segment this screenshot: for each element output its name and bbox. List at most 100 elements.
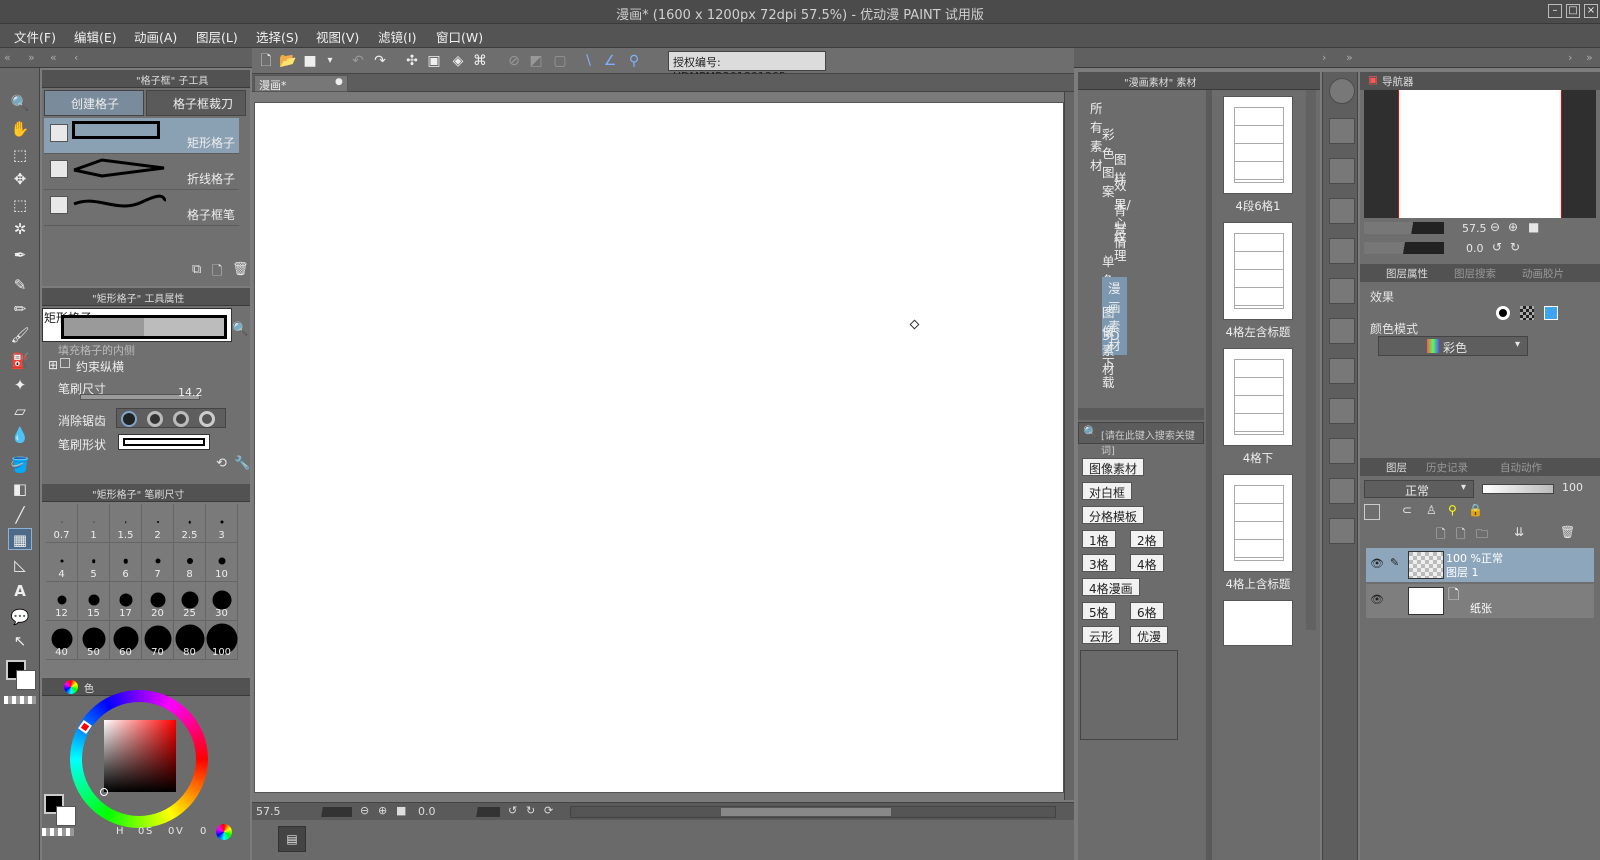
open-file-icon[interactable]: 📂 [278, 51, 298, 71]
material-panel-icon[interactable] [1329, 518, 1355, 544]
menu-edit[interactable]: 编辑(E) [74, 27, 117, 46]
selection-tool-icon[interactable]: ⬚ [8, 194, 32, 216]
brush-size-cell[interactable]: 60 [110, 621, 142, 660]
gradient-tool-icon[interactable]: ◧ [8, 478, 32, 500]
maximize-button[interactable]: □ [1566, 4, 1580, 18]
brush-size-cell[interactable]: 25 [174, 582, 206, 621]
material-tag[interactable]: 分格模板 [1082, 506, 1145, 524]
frame-tool-icon[interactable]: ▦ [8, 528, 32, 550]
layer-row[interactable]: 👁 🗋 纸张 [1366, 584, 1594, 618]
brush-size-cell[interactable]: 15 [78, 582, 110, 621]
blend-mode-select[interactable]: 正常 ▾ [1364, 480, 1474, 498]
zoom-value[interactable]: 57.5 [256, 805, 281, 818]
zoom-in-icon[interactable]: ⊕ [378, 804, 387, 817]
sub-color-small[interactable] [56, 806, 76, 826]
new-vector-layer-icon[interactable]: 🗋 [1456, 525, 1466, 546]
navigator-zoom-slider[interactable] [1364, 222, 1444, 234]
menu-window[interactable]: 窗口(W) [436, 27, 483, 46]
material-panel-icon[interactable] [1329, 118, 1355, 144]
tree-item[interactable]: 所有素材 [1090, 98, 1103, 174]
duplicate-subtool-icon[interactable]: ⧉ [192, 262, 201, 277]
blend-tool-icon[interactable]: 💧 [8, 424, 32, 446]
menu-file[interactable]: 文件(F) [14, 27, 56, 46]
zoom-tool-icon[interactable]: 🔍 [8, 92, 32, 114]
correct-line-tool-icon[interactable]: ↖ [8, 630, 32, 652]
material-tag[interactable]: 云形 [1082, 626, 1121, 644]
brush-size-cell[interactable]: 1 [78, 504, 110, 543]
zoom-in-icon[interactable]: ⊕ [1508, 220, 1518, 234]
material-tag[interactable]: 2格 [1130, 530, 1164, 548]
expand-icon[interactable]: ⊞ [48, 358, 58, 372]
brush-size-cell[interactable]: 12 [46, 582, 78, 621]
delete-layer-icon[interactable]: 🗑 [1560, 525, 1575, 539]
snap-grid-icon[interactable]: ⚲ [624, 51, 644, 71]
ruler-tool-icon[interactable]: ◺ [8, 554, 32, 576]
eye-icon[interactable]: 👁 [1370, 557, 1384, 570]
brush-size-cell[interactable]: 20 [142, 582, 174, 621]
brush-size-cell[interactable]: 7 [142, 543, 174, 582]
save-dropdown-icon[interactable]: ▾ [320, 51, 340, 71]
brush-size-cell[interactable]: 0.7 [46, 504, 78, 543]
navigator-angle-slider[interactable] [1364, 242, 1444, 254]
material-tag[interactable]: 4格漫画 [1082, 578, 1140, 596]
color-mode-icon[interactable] [216, 824, 232, 840]
material-tag[interactable]: 优漫 [1130, 626, 1169, 644]
rotate-right-icon[interactable]: ↻ [1510, 240, 1520, 254]
settings-icon[interactable]: 🔧 [234, 456, 250, 471]
new-raster-layer-icon[interactable]: 🗋 [1436, 525, 1446, 546]
transparent-small[interactable] [42, 828, 74, 836]
draft-layer-icon[interactable]: ⚲ [1448, 503, 1457, 517]
layer-row[interactable]: 👁 ✎ 100 %正常 图层 1 [1366, 548, 1594, 582]
material-panel-icon[interactable] [1329, 198, 1355, 224]
layer-color-icon[interactable] [1544, 306, 1558, 320]
tab-history[interactable]: 历史记录 [1422, 458, 1472, 476]
rotate-left-icon[interactable]: ↺ [1492, 240, 1502, 254]
brush-size-cell[interactable]: 1.5 [110, 504, 142, 543]
brush-size-cell[interactable]: 80 [174, 621, 206, 660]
subtool-item-polyline-frame[interactable]: 折线格子 [44, 154, 239, 190]
rotate-left-icon[interactable]: ↺ [508, 804, 517, 817]
material-panel-icon[interactable] [1329, 478, 1355, 504]
menu-view[interactable]: 视图(V) [316, 27, 359, 46]
show-selection-icon[interactable]: ▢ [550, 51, 570, 71]
opacity-value[interactable]: 100 [1562, 481, 1583, 494]
layer-color-icon[interactable] [1364, 504, 1380, 520]
material-panel-icon[interactable] [1329, 278, 1355, 304]
navigator-tab[interactable]: 导航器 [1378, 72, 1418, 90]
new-folder-icon[interactable]: 🗀 [1476, 525, 1488, 546]
close-tab-icon[interactable]: ● [335, 77, 343, 87]
brush-size-cell[interactable]: 70 [142, 621, 174, 660]
tree-item[interactable]: 下载 [1102, 353, 1115, 391]
subtool-item-rect-frame[interactable]: 矩形格子 [44, 118, 239, 154]
material-thumbnail[interactable] [1223, 96, 1293, 194]
tab-auto-actions[interactable]: 自动动作 [1496, 458, 1546, 476]
collapse-left-icon[interactable]: » [28, 51, 35, 64]
fit-window-icon[interactable]: ■ [396, 804, 406, 817]
invert-selection-icon[interactable]: ◩ [526, 51, 546, 71]
tab-animation-cels[interactable]: 动画胶片 [1518, 264, 1568, 282]
clear-icon[interactable]: ▣ [424, 51, 444, 71]
collapse-left-icon[interactable]: « [50, 51, 57, 64]
material-tag[interactable]: 3格 [1082, 554, 1116, 572]
material-thumbnail[interactable] [1223, 222, 1293, 320]
clip-icon[interactable]: ⊂ [1402, 503, 1412, 517]
brush-size-cell[interactable]: 4 [46, 543, 78, 582]
scroll-thumb[interactable] [721, 808, 891, 816]
reset-rotation-icon[interactable]: ⟳ [544, 804, 553, 817]
collapse-right-icon[interactable]: › [1322, 51, 1326, 64]
undo-icon[interactable]: ↶ [348, 51, 368, 71]
document-tab[interactable]: 漫画* ● [254, 75, 348, 92]
material-tag[interactable]: 5格 [1082, 602, 1116, 620]
collapse-right-icon[interactable]: » [1346, 51, 1353, 64]
zoom-slider[interactable] [292, 807, 352, 817]
navigator-preview[interactable] [1364, 90, 1596, 218]
material-thumbnail[interactable] [1223, 474, 1293, 572]
brush-size-cell[interactable]: 100 [206, 621, 238, 660]
sub-color-swatch[interactable] [16, 670, 36, 690]
border-effect-icon[interactable] [1496, 306, 1510, 320]
new-file-icon[interactable]: 🗋 [256, 51, 276, 71]
angle-slider[interactable] [454, 807, 500, 817]
brush-tool-icon[interactable]: 🖌 [8, 324, 32, 346]
fit-screen-icon[interactable]: ■ [1528, 220, 1539, 234]
snap-ruler-icon[interactable]: ∖ [578, 51, 598, 71]
